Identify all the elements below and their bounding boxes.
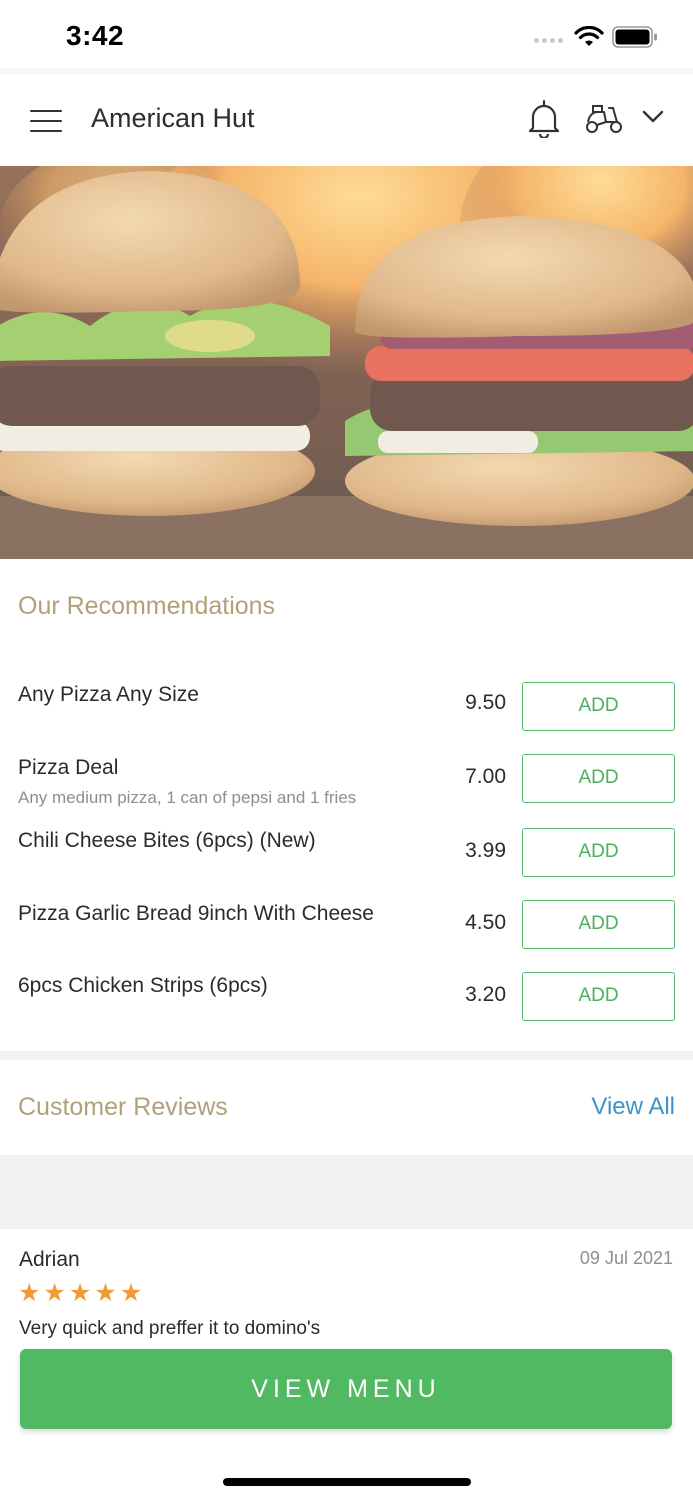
- add-button[interactable]: ADD: [522, 828, 675, 877]
- recommendations-heading: Our Recommendations: [18, 592, 276, 620]
- star-icon: ★: [18, 1279, 41, 1307]
- add-button[interactable]: ADD: [522, 754, 675, 803]
- review-text: Very quick and preffer it to domino's: [19, 1318, 321, 1339]
- menu-item-price: 3.99: [465, 839, 506, 862]
- menu-item-row: Any Pizza Any Size 9.50 ADD: [0, 682, 693, 743]
- status-bar: 3:42: [0, 0, 693, 70]
- notification-bell-icon[interactable]: [526, 100, 562, 138]
- battery-icon: [612, 26, 657, 48]
- menu-item-price: 9.50: [465, 691, 506, 714]
- menu-item-name: 6pcs Chicken Strips (6pcs): [18, 974, 268, 997]
- menu-item-row: Chili Cheese Bites (6pcs) (New) 3.99 ADD: [0, 828, 693, 889]
- menu-item-name: Pizza Deal: [18, 756, 119, 779]
- review-date: 09 Jul 2021: [579, 1248, 673, 1268]
- review-card: Adrian 09 Jul 2021 ★ ★ ★ ★ ★ Very quick …: [0, 1229, 693, 1349]
- hamburger-menu-icon[interactable]: [30, 110, 62, 132]
- delivery-scooter-icon[interactable]: [584, 104, 624, 134]
- star-icon: ★: [119, 1279, 143, 1307]
- menu-item-name: Any Pizza Any Size: [18, 683, 199, 706]
- app-header: American Hut: [0, 74, 693, 166]
- view-menu-button[interactable]: VIEW MENU: [20, 1349, 672, 1429]
- wifi-icon: [574, 26, 604, 46]
- menu-item-price: 3.20: [465, 983, 506, 1006]
- customer-reviews-heading: Customer Reviews: [18, 1093, 228, 1121]
- add-button[interactable]: ADD: [522, 900, 675, 949]
- home-indicator[interactable]: [223, 1478, 471, 1486]
- section-divider: [0, 1051, 693, 1060]
- add-button[interactable]: ADD: [522, 972, 675, 1021]
- menu-item-row: Pizza Deal Any medium pizza, 1 can of pe…: [0, 754, 693, 816]
- view-all-reviews-link[interactable]: View All: [591, 1093, 675, 1121]
- status-time: 3:42: [66, 20, 125, 51]
- cellular-signal-icon: [534, 38, 563, 43]
- star-icon: ★: [68, 1279, 92, 1307]
- star-icon: ★: [43, 1279, 66, 1307]
- menu-item-row: Pizza Garlic Bread 9inch With Cheese 4.5…: [0, 900, 693, 962]
- menu-item-price: 4.50: [465, 911, 506, 934]
- menu-item-row: 6pcs Chicken Strips (6pcs) 3.20 ADD: [0, 972, 693, 1034]
- menu-item-name: Pizza Garlic Bread 9inch With Cheese: [18, 902, 374, 925]
- add-button[interactable]: ADD: [522, 682, 675, 731]
- star-rating: ★ ★ ★ ★ ★: [18, 1281, 142, 1306]
- restaurant-title: American Hut: [91, 103, 255, 133]
- menu-item-description: Any medium pizza, 1 can of pepsi and 1 f…: [18, 788, 357, 807]
- app-screen: 3:42 American Hut Our Recommendations An…: [0, 0, 693, 1500]
- menu-item-name: Chili Cheese Bites (6pcs) (New): [18, 829, 316, 852]
- hero-burger-image: [0, 166, 693, 559]
- star-icon: ★: [94, 1279, 117, 1307]
- chevron-down-icon[interactable]: [642, 110, 664, 124]
- menu-item-price: 7.00: [465, 765, 506, 788]
- reviewer-name: Adrian: [19, 1248, 80, 1271]
- reviews-spacer: [0, 1155, 693, 1229]
